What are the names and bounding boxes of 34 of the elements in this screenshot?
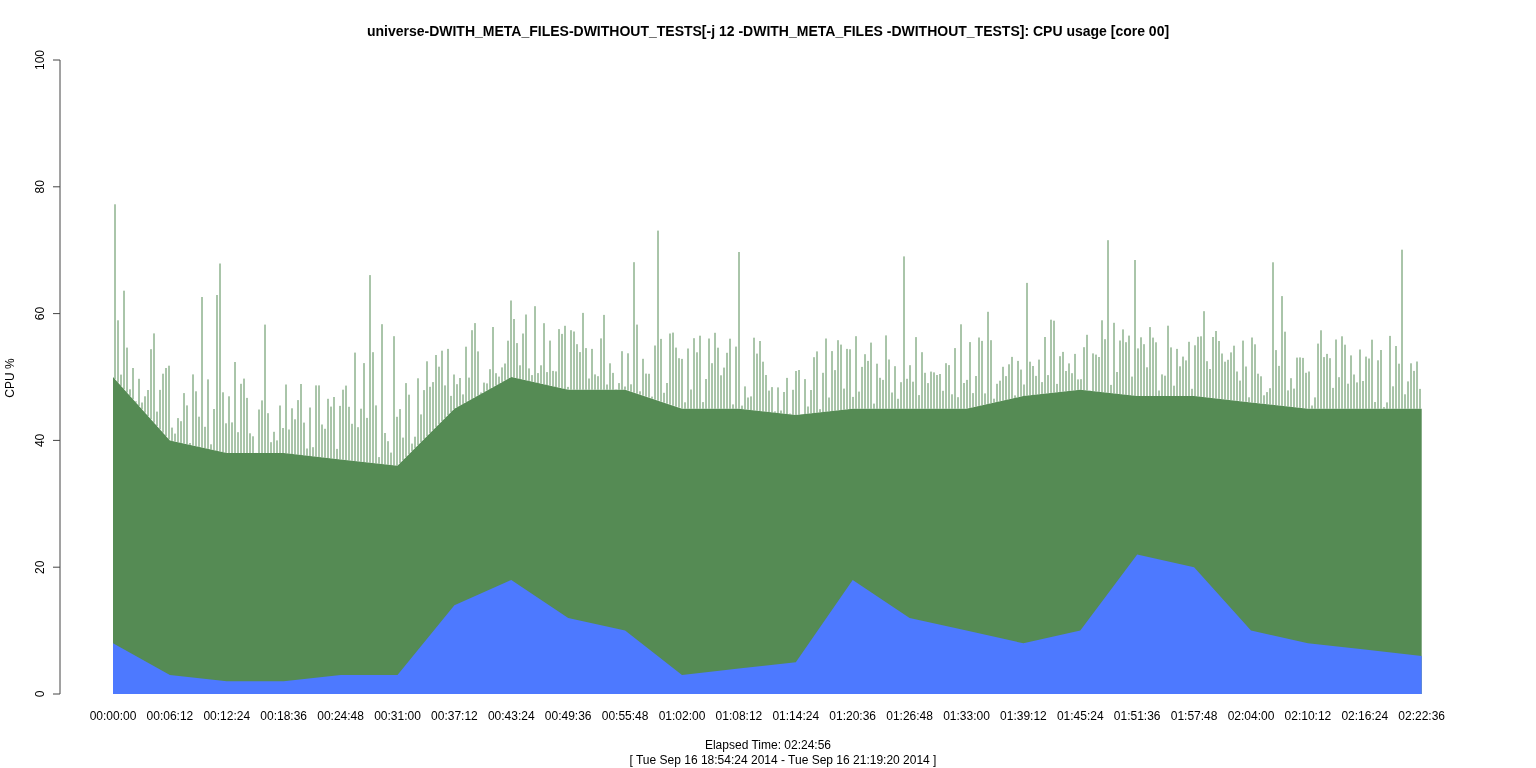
axis-tick-label: 00:43:24 [487, 709, 535, 723]
axis-tick-label: 02:22:36 [1398, 709, 1446, 723]
axis-tick-label: 01:20:36 [829, 709, 877, 723]
axis-tick-label: 01:57:48 [1170, 709, 1218, 723]
axis-tick-label: 01:45:24 [1056, 709, 1104, 723]
axis-tick-label: 80 [33, 180, 47, 194]
axis-title: Elapsed Time: 02:24:56 [704, 738, 832, 752]
axis-tick-label: 00:31:00 [374, 709, 421, 723]
axis-tick-label: 01:08:12 [715, 709, 763, 723]
axis-tick-label: 00:18:36 [260, 709, 308, 723]
axis-tick-label: 00:49:36 [544, 709, 592, 723]
axis-tick-label: 02:16:24 [1341, 709, 1389, 723]
axis-tick-label: 60 [33, 306, 47, 321]
axis-tick-label: 00:00:00 [89, 709, 137, 723]
axis-tick-label: 01:26:48 [886, 709, 933, 723]
axis-tick-label: 40 [33, 433, 47, 448]
axis-tick-label: 00:37:12 [431, 709, 478, 723]
axis-tick-label: 01:33:00 [943, 709, 990, 723]
axis-tick-label: 01:14:24 [772, 709, 820, 723]
axis-tick-label: 00:06:12 [146, 709, 194, 723]
axis-tick-label: 20 [33, 560, 47, 574]
axis-tick-label: 0 [33, 690, 47, 698]
axis-tick-label: 100 [33, 50, 47, 70]
axis-tick-label: 00:55:48 [601, 709, 649, 723]
chart-title: universe-DWITH_META_FILES-DWITHOUT_TESTS[-j 12 -DWITH_META_FILES -DWITHOUT_TESTS]: CPU usage [core 00] [366, 23, 1170, 39]
axis-tick-label: 01:02:00 [658, 709, 706, 723]
axis-tick-label: 01:39:12 [1000, 709, 1047, 723]
axis-tick-label: 00:12:24 [203, 709, 251, 723]
axis-title: [ Tue Sep 16 18:54:24 2014 - Tue Sep 16 21:19:20 2014 ] [629, 753, 937, 767]
axis-tick-label: 02:04:00 [1227, 709, 1275, 723]
axis-tick-label: 02:10:12 [1284, 709, 1332, 723]
axis-tick-label: 01:51:36 [1113, 709, 1161, 723]
axis-tick-label: 00:24:48 [317, 709, 364, 723]
axis-title: CPU % [3, 358, 17, 398]
